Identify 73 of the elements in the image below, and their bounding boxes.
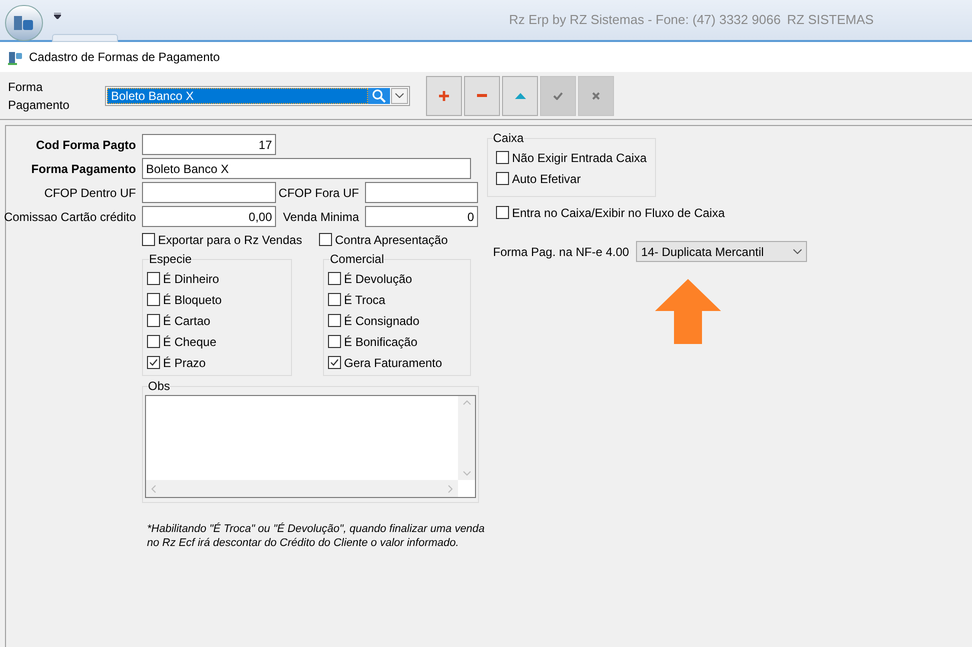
- app-logo-icon[interactable]: [5, 5, 43, 41]
- arrow-up-icon: [655, 279, 721, 344]
- field-label: Forma Pag. na NF-e 4.00: [493, 244, 630, 260]
- code-field[interactable]: 17: [142, 134, 276, 155]
- check-icon: [149, 358, 158, 367]
- group-title: Especie: [149, 251, 192, 268]
- close-icon: [592, 92, 600, 100]
- checkbox[interactable]: [496, 172, 509, 185]
- commission-field[interactable]: 0,00: [142, 206, 276, 227]
- checkbox-label: Gera Faturamento: [344, 354, 442, 372]
- checkbox[interactable]: [147, 272, 160, 285]
- chevron-down-icon: [793, 249, 802, 254]
- app-title: Rz Erp by RZ Sistemas - Fone: (47) 3332 9066: [509, 11, 781, 29]
- checkbox-label: Auto Efetivar: [512, 170, 581, 188]
- check-icon: [330, 358, 339, 367]
- field-label: Venda Minima: [282, 208, 359, 226]
- checkbox-label: Não Exigir Entrada Caixa: [512, 150, 647, 166]
- checkbox[interactable]: [328, 314, 341, 327]
- cfop-field[interactable]: [365, 182, 478, 203]
- minus-icon: [477, 94, 487, 97]
- payment-selector[interactable]: Boleto Banco X: [105, 86, 410, 106]
- plus-icon: [439, 90, 449, 100]
- checkbox-label: É Bonificação: [344, 334, 418, 350]
- checkbox-label: Exportar para o Rz Vendas: [158, 232, 302, 248]
- checkbox-label: É Prazo: [163, 354, 206, 372]
- field-label: CFOP Dentro UF: [43, 184, 136, 202]
- window-title: Cadastro de Formas de Pagamento: [29, 49, 220, 66]
- checkbox-label: É Dinheiro: [163, 270, 220, 288]
- checkbox[interactable]: [147, 293, 160, 306]
- search-button[interactable]: [368, 88, 390, 104]
- checkbox-label: É Bloqueto: [163, 292, 222, 308]
- notes-textarea[interactable]: [145, 395, 476, 498]
- checkbox-label: É Cartao: [163, 312, 210, 330]
- checkbox[interactable]: [319, 233, 332, 246]
- checkbox-label: É Cheque: [163, 334, 216, 350]
- check-icon: [553, 92, 563, 100]
- company-name: RZ SISTEMAS: [787, 11, 874, 29]
- chevron-down-icon: [395, 93, 404, 98]
- triangle-up-icon: [514, 92, 526, 98]
- group-title: Obs: [148, 378, 170, 395]
- name-field[interactable]: Boleto Banco X: [142, 158, 471, 179]
- dropdown-button[interactable]: [391, 88, 408, 104]
- checkbox-label: Contra Apresentação: [335, 232, 448, 248]
- checkbox[interactable]: [496, 206, 509, 219]
- field-label: Cod Forma Pagto: [34, 136, 136, 154]
- checkbox[interactable]: [328, 356, 341, 369]
- checkbox[interactable]: [328, 272, 341, 285]
- search-icon: [372, 88, 386, 102]
- checkbox-label: É Devolução: [344, 270, 412, 288]
- field-label: Forma Pagamento: [8, 78, 70, 114]
- group-title: Comercial: [330, 251, 384, 268]
- checkbox[interactable]: [147, 356, 160, 369]
- field-label: CFOP Fora UF: [278, 184, 359, 202]
- checkbox-label: Entra no Caixa/Exibir no Fluxo de Caixa: [512, 204, 725, 222]
- checkbox[interactable]: [328, 335, 341, 348]
- field-label: Forma Pagamento: [30, 160, 136, 178]
- checkbox[interactable]: [147, 314, 160, 327]
- checkbox[interactable]: [496, 151, 509, 164]
- nfe-payment-dropdown[interactable]: 14- Duplicata Mercantil: [636, 241, 808, 262]
- checkbox-label: É Consignado: [344, 312, 420, 330]
- window-icon: [8, 49, 23, 65]
- dropdown-arrow-icon[interactable]: [54, 13, 61, 19]
- field-label: Comissao Cartão crédito: [3, 208, 136, 226]
- group-title: Caixa: [493, 130, 524, 147]
- remove-button[interactable]: [464, 76, 500, 116]
- checkbox[interactable]: [142, 233, 155, 246]
- help-note: *Habilitando "É Troca" ou "É Devolução", quando finalizar uma venda no Rz Ecf irá descontar do Crédito do Cliente o valor informado.: [147, 522, 486, 550]
- checkbox[interactable]: [147, 335, 160, 348]
- checkbox[interactable]: [328, 293, 341, 306]
- minimum-sale-field[interactable]: 0: [365, 206, 478, 227]
- cfop-field[interactable]: [142, 182, 276, 203]
- checkbox-label: É Troca: [344, 292, 386, 308]
- add-button[interactable]: [426, 76, 462, 116]
